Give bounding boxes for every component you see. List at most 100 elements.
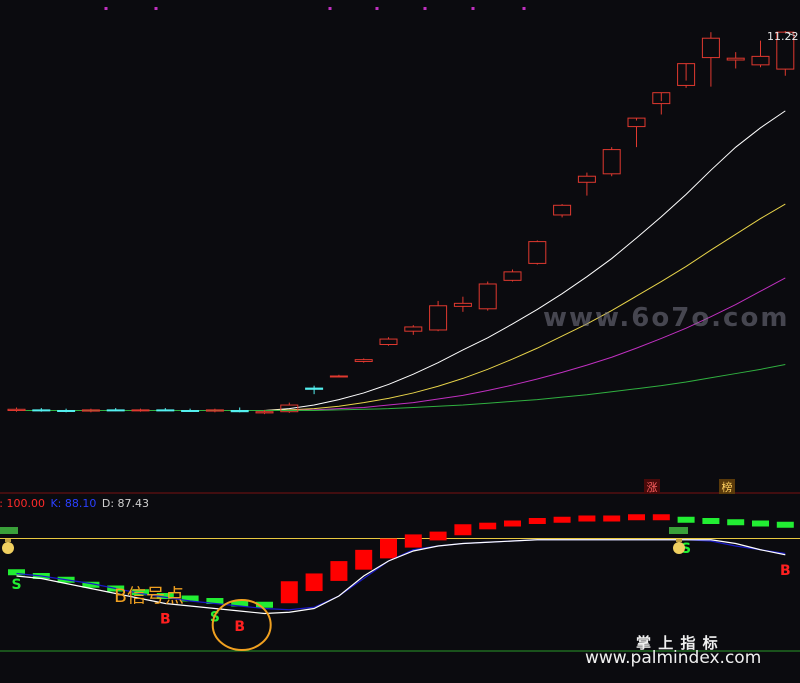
price-badge-text: 涨 <box>647 481 658 494</box>
candlestick <box>503 269 522 282</box>
top-marker-dot <box>328 7 332 10</box>
indicator-bar <box>776 521 794 528</box>
price-badge-text: 榜 <box>722 480 733 494</box>
candlestick <box>701 32 720 87</box>
candlestick <box>553 204 572 218</box>
moving-average-line-1 <box>16 110 786 411</box>
watermark: www.6o7o.com <box>543 303 790 333</box>
kdj-d-label: D: 87.43 <box>101 497 150 510</box>
moving-average-line-3 <box>16 277 786 411</box>
candlestick <box>7 407 26 412</box>
candlestick <box>602 147 621 177</box>
candle-body <box>602 149 621 175</box>
price-badge: 榜 <box>719 479 735 494</box>
candle-body <box>230 409 249 413</box>
chart-stage: 11.22 涨榜 SSSBBB J: 100.00 K: 88.10 D: 87.… <box>0 0 800 683</box>
sell-signal: S <box>11 577 21 593</box>
candlestick <box>627 117 646 148</box>
b-signal-annotation: B信号点 <box>114 585 185 607</box>
candle-body <box>131 409 150 412</box>
candle-body <box>453 302 472 307</box>
candle-body <box>429 305 448 331</box>
candlestick <box>677 63 696 88</box>
indicator-bar <box>429 531 447 541</box>
indicator-bar <box>628 514 645 521</box>
candle-body <box>726 57 745 61</box>
candle-body <box>553 204 572 216</box>
indicator-bar <box>280 581 298 604</box>
indicator-bar <box>553 516 571 523</box>
candle-body <box>255 411 274 414</box>
candle-body <box>404 326 423 332</box>
candle-body <box>379 338 398 346</box>
candlestick <box>32 408 51 412</box>
candle-body <box>156 409 175 412</box>
price-badge: 涨 <box>644 479 660 494</box>
candlestick <box>478 281 497 311</box>
indicator-bar <box>330 561 348 581</box>
candle-body <box>32 409 51 412</box>
candle-body <box>701 37 720 59</box>
candle-body <box>7 408 26 411</box>
candlestick <box>305 385 324 395</box>
buy-signal: B <box>780 563 791 579</box>
candlestick <box>57 408 76 413</box>
candle-body <box>354 359 373 362</box>
marker-bar-left <box>0 527 18 534</box>
candle-body <box>503 271 522 281</box>
indicator-bar <box>677 516 695 523</box>
top-marker-dot <box>423 7 427 10</box>
brand-url: www.palmindex.com <box>585 648 762 668</box>
indicator-bar <box>652 514 670 521</box>
candlestick <box>404 325 423 335</box>
indicator-bar <box>702 518 720 524</box>
candlestick <box>230 407 249 413</box>
buy-signal: B <box>234 619 245 635</box>
top-marker-dot <box>375 7 379 10</box>
indicator-bar <box>752 520 769 527</box>
candlestick <box>528 240 547 265</box>
indicator-bar <box>504 520 521 527</box>
candle-body <box>577 175 596 183</box>
price-panel: 11.22 涨 榜 <box>0 7 800 494</box>
indicator-bar <box>380 538 397 559</box>
candle-body <box>181 409 200 412</box>
candlestick <box>131 408 150 412</box>
marker-bar-right <box>669 527 688 534</box>
candlestick <box>156 408 175 412</box>
candlestick <box>453 296 472 312</box>
candlestick <box>329 374 348 378</box>
indicator-bar <box>454 524 472 536</box>
candlestick <box>577 172 596 196</box>
candlestick <box>354 358 373 363</box>
indicator-bar <box>578 515 596 522</box>
kdj-readout: J: 100.00 K: 88.10 D: 87.43 <box>0 497 149 510</box>
money-bag-body <box>673 542 685 554</box>
money-bag-icon <box>2 539 14 554</box>
candlestick <box>429 300 448 332</box>
candlestick <box>726 52 745 69</box>
candle-body <box>329 375 348 378</box>
top-marker-dot <box>522 7 526 10</box>
candlestick <box>106 408 125 412</box>
money-bag-neck <box>676 539 682 542</box>
indicator-bar <box>355 549 373 570</box>
indicator-bar <box>727 519 745 526</box>
candle-body <box>305 387 324 390</box>
last-price-label: 11.22 <box>767 30 799 43</box>
indicator-bar <box>479 522 497 530</box>
candlestick <box>181 408 200 412</box>
top-marker-dot <box>471 7 475 10</box>
candle-body <box>528 241 547 264</box>
candle-body <box>57 409 76 412</box>
candlestick <box>751 40 770 68</box>
candle-body <box>106 409 125 412</box>
candlestick <box>652 92 671 115</box>
kdj-k-label: K: 88.10 <box>50 497 97 510</box>
indicator-bar <box>404 534 422 548</box>
indicator-bar <box>603 515 621 522</box>
indicator-bar <box>528 518 546 524</box>
kdj-j-label: J: 100.00 <box>0 497 45 510</box>
indicator-bar <box>305 573 323 592</box>
top-marker-dot <box>104 7 108 10</box>
